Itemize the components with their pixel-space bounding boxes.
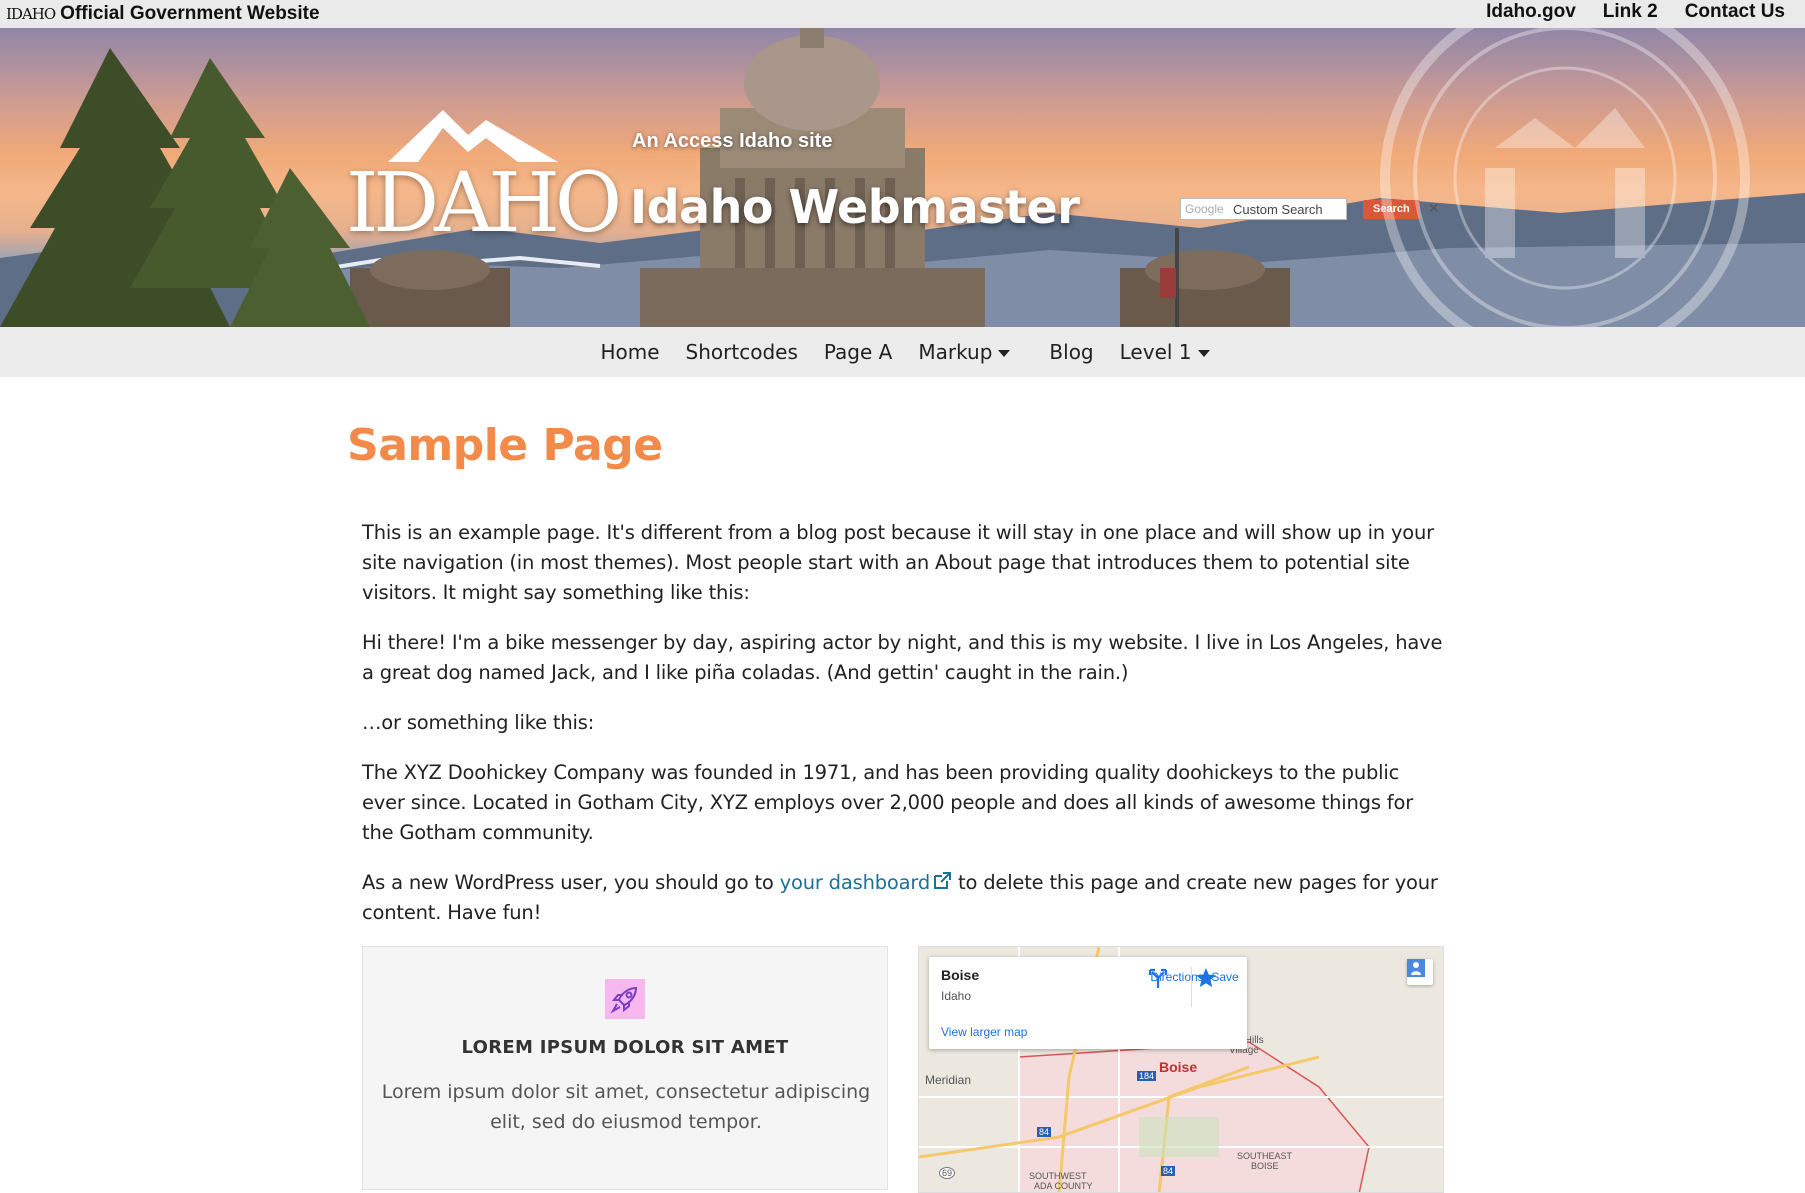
nav-label: Page A — [823, 340, 893, 364]
route-shield-184: 184 — [1137, 1071, 1157, 1081]
hero-banner: IDAHO An Access Idaho site Idaho Webmast… — [0, 28, 1805, 327]
map-label-southeast: SOUTHEAST — [1237, 1151, 1293, 1161]
map-place-region: Idaho — [941, 989, 972, 1003]
embedded-map[interactable]: Meridian Boise Boise Hills Village SOUTH… — [918, 946, 1444, 1193]
utility-links: Idaho.gov Link 2 Contact Us — [1459, 0, 1785, 24]
rocket-icon — [605, 979, 645, 1019]
nav-item-shortcodes[interactable]: Shortcodes — [686, 340, 798, 364]
nav-label: Home — [600, 340, 660, 364]
paragraph: …or something like this: — [362, 711, 595, 734]
main-navigation: Home Shortcodes Page A Markup Blog Level… — [0, 327, 1805, 377]
nav-label: Markup — [918, 340, 993, 364]
state-seal-icon — [1380, 28, 1750, 327]
external-link-icon — [934, 872, 952, 889]
route-shield-84: 84 — [1037, 1127, 1052, 1137]
caret-down-icon — [998, 349, 1011, 357]
feature-card: LOREM IPSUM DOLOR SIT AMET Lorem ipsum d… — [362, 946, 888, 1190]
nav-label: Level 1 — [1119, 340, 1192, 364]
feature-title: LOREM IPSUM DOLOR SIT AMET — [461, 1037, 789, 1058]
idaho-gov-link[interactable]: Idaho.gov — [1486, 1, 1576, 23]
link-2[interactable]: Link 2 — [1603, 1, 1658, 23]
dashboard-link[interactable]: your dashboard — [780, 871, 952, 894]
map-label-boise-small: BOISE — [1251, 1161, 1279, 1171]
route-shield-69: 69 — [939, 1167, 956, 1179]
contact-us-link[interactable]: Contact Us — [1685, 1, 1785, 23]
search-input[interactable] — [1180, 198, 1347, 220]
paragraph: Hi there! I'm a bike messenger by day, a… — [362, 631, 1443, 684]
map-label-meridian: Meridian — [925, 1073, 972, 1087]
nav-label: Blog — [1049, 340, 1094, 364]
paragraph-text: As a new WordPress user, you should go t… — [362, 871, 780, 894]
paragraph: The XYZ Doohickey Company was founded in… — [362, 761, 1414, 844]
utility-brand: IDAHO Official Government Website — [6, 2, 320, 26]
utility-bar: IDAHO Official Government Website Idaho.… — [0, 0, 1805, 28]
idaho-small-logo: IDAHO — [6, 5, 56, 23]
map-label-ada-county: ADA COUNTY — [1034, 1181, 1093, 1191]
map-card-divider — [1191, 967, 1192, 1007]
nav-item-blog[interactable]: Blog — [1049, 340, 1093, 364]
map-place-name: Boise — [941, 967, 980, 983]
paragraph: This is an example page. It's different … — [362, 521, 1434, 604]
nav-label: Shortcodes — [685, 340, 798, 364]
page-title: Sample Page — [347, 420, 663, 471]
star-icon — [1196, 968, 1216, 987]
nav-item-markup[interactable]: Markup — [918, 340, 1011, 364]
idaho-wordmark: IDAHO — [346, 156, 622, 251]
map-label-boise: Boise — [1159, 1059, 1198, 1075]
site-tagline: An Access Idaho site — [632, 130, 833, 152]
nav-item-level-1[interactable]: Level 1 — [1120, 340, 1210, 364]
official-site-label: Official Government Website — [60, 3, 320, 24]
dashboard-link-label: your dashboard — [779, 871, 931, 894]
map-label-southwest: SOUTHWEST — [1029, 1171, 1087, 1181]
paragraph: As a new WordPress user, you should go t… — [362, 868, 1447, 928]
map-info-card: Boise Idaho View larger map Directions S… — [929, 957, 1247, 1049]
site-name[interactable]: Idaho Webmaster — [630, 180, 1080, 234]
nav-item-page-a[interactable]: Page A — [824, 340, 892, 364]
nav-item-home[interactable]: Home — [600, 340, 659, 364]
route-shield-84: 84 — [1161, 1166, 1176, 1176]
street-view-pegman-icon[interactable] — [1407, 959, 1433, 985]
feature-text: Lorem ipsum dolor sit amet, consectetur … — [381, 1081, 871, 1133]
directions-icon — [1148, 968, 1168, 988]
save-place-button[interactable]: Save — [1195, 967, 1255, 987]
page-content: This is an example page. It's different … — [362, 518, 1447, 948]
view-larger-map-link[interactable]: View larger map — [941, 1025, 1027, 1039]
caret-down-icon — [1197, 349, 1210, 357]
